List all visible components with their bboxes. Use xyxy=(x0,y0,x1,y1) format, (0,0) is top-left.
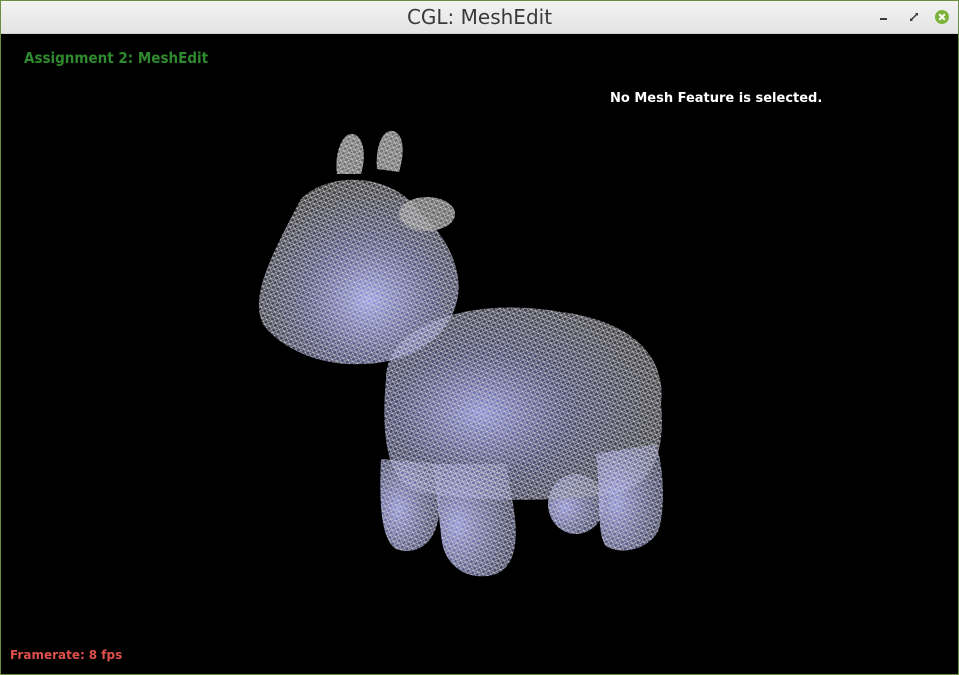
cow-front-leg-left xyxy=(380,459,441,551)
framerate-value: 8 fps xyxy=(88,648,123,662)
assignment-title: Assignment 2: MeshEdit xyxy=(24,49,209,67)
cow-mesh-model[interactable] xyxy=(1,34,958,674)
minimize-icon[interactable] xyxy=(876,9,892,25)
cow-ear xyxy=(399,197,455,231)
maximize-icon[interactable] xyxy=(906,9,922,25)
close-icon[interactable] xyxy=(934,9,950,25)
cow-back-leg xyxy=(596,444,663,551)
framerate-label: Framerate: xyxy=(10,648,85,662)
cow-front-leg-right xyxy=(433,464,516,577)
app-window: CGL: MeshEdit Assignment 2: MeshEdit No … xyxy=(0,0,959,675)
window-title: CGL: MeshEdit xyxy=(406,5,553,29)
title-bar[interactable]: CGL: MeshEdit xyxy=(1,1,958,34)
cow-horn-left xyxy=(336,133,364,174)
cow-horn-right xyxy=(376,130,403,172)
framerate-readout: Framerate: 8 fps xyxy=(10,648,122,662)
selection-status-text: No Mesh Feature is selected. xyxy=(610,91,823,106)
render-viewport[interactable]: Assignment 2: MeshEdit No Mesh Feature i… xyxy=(1,34,958,674)
